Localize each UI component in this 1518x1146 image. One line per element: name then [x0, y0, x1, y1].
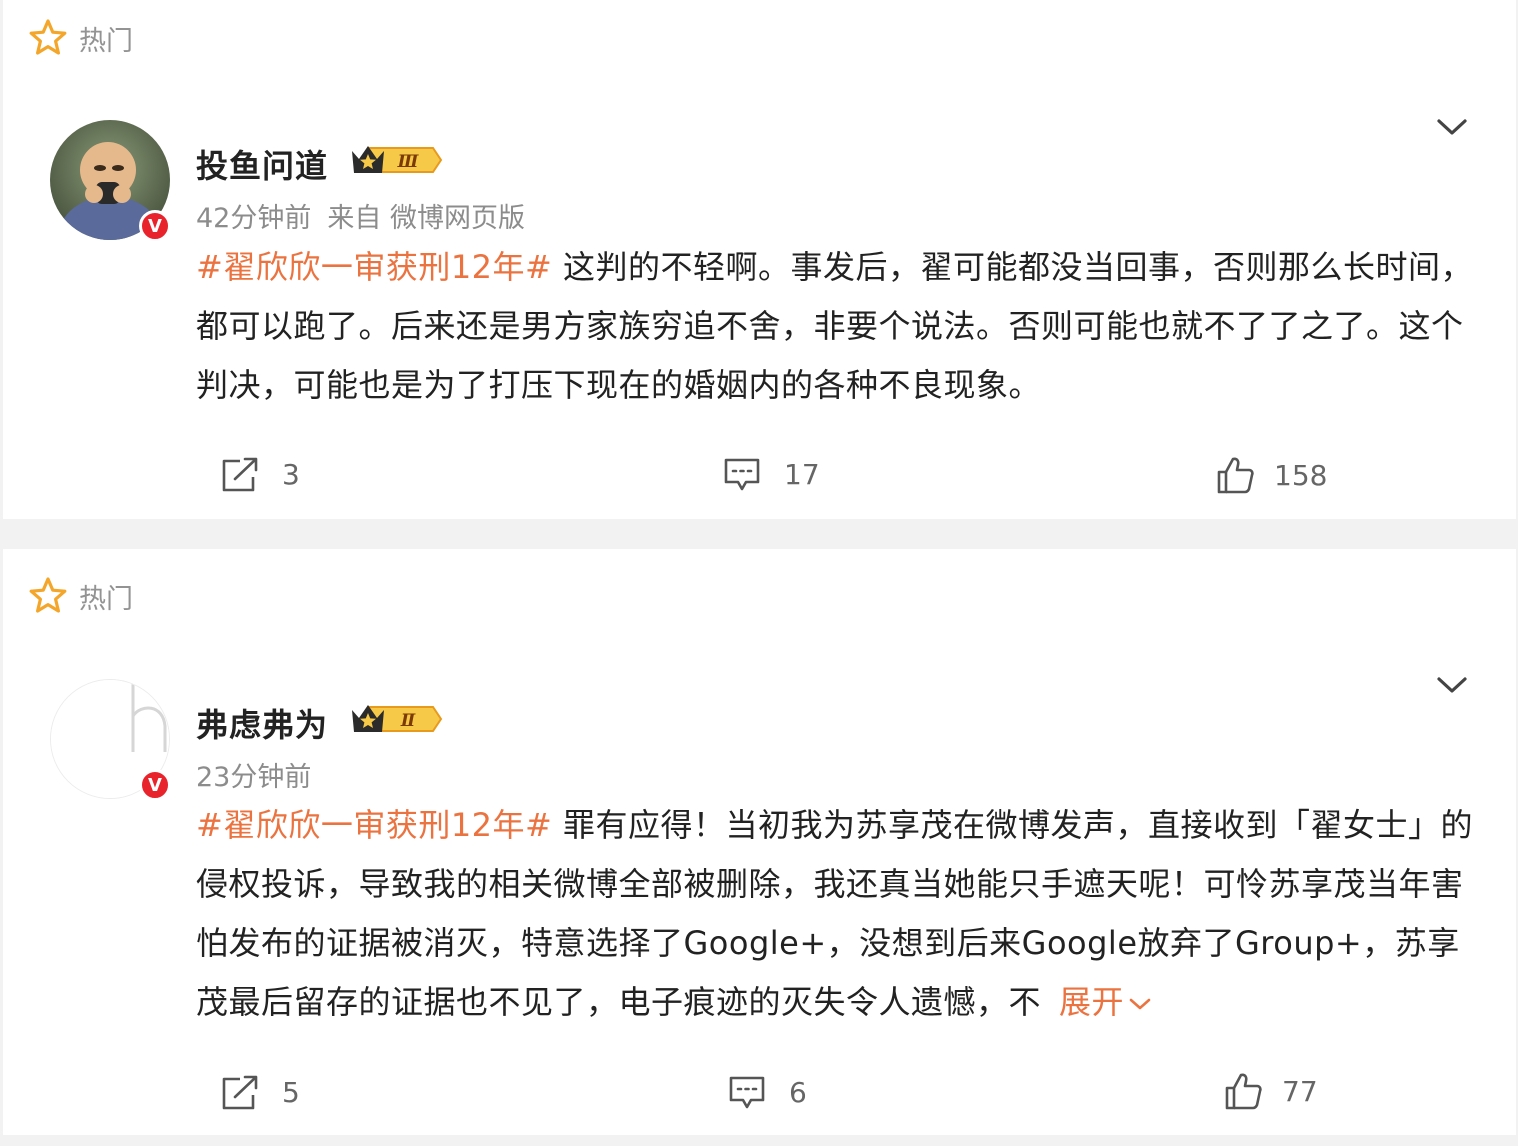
like-button[interactable]: 158 — [1216, 455, 1327, 495]
post-meta: 23分钟前 — [196, 755, 311, 794]
like-count: 77 — [1282, 1074, 1318, 1108]
post-text: #翟欣欣一审获刑12年# 这判的不轻啊。事发后，翟可能都没当回事，否则那么长时间… — [196, 238, 1486, 415]
post-card: 热门 V 弗虑弗为 Ⅱ 23分钟前 #翟欣欣一审获刑12年# 罪有应得！当初我为… — [3, 549, 1516, 1135]
rank-label: Ⅱ — [400, 711, 416, 731]
post-time: 42分钟前 — [196, 203, 312, 234]
like-count: 158 — [1274, 458, 1328, 492]
comment-icon — [729, 1076, 765, 1109]
like-button[interactable]: 77 — [1224, 1071, 1318, 1111]
topic-link[interactable]: #翟欣欣一审获刑12年# — [196, 248, 552, 286]
thumbs-up-icon — [1225, 1073, 1262, 1110]
rank-label: Ⅲ — [397, 152, 420, 172]
username[interactable]: 投鱼问道 — [196, 141, 328, 187]
crown-rank-badge-icon: Ⅲ — [352, 146, 443, 173]
post-text: #翟欣欣一审获刑12年# 罪有应得！当初我为苏享茂在微博发声，直接收到「翟女士」… — [196, 796, 1486, 1032]
topic-link[interactable]: #翟欣欣一审获刑12年# — [196, 806, 552, 844]
chevron-down-icon — [1129, 998, 1151, 1010]
comment-count: 6 — [789, 1075, 807, 1109]
star-outline-icon — [29, 19, 67, 55]
post-card: 热门 V 投鱼问道 Ⅲ 42分钟前 来自 微博网页版 #翟欣欣一审获刑12年# … — [3, 0, 1516, 519]
hot-tag: 热门 — [27, 576, 133, 616]
repost-button[interactable]: 3 — [220, 455, 300, 493]
crown-rank-badge-icon: Ⅱ — [352, 705, 443, 732]
expand-link[interactable]: 展开 — [1059, 983, 1152, 1021]
post-source: 来自 微博网页版 — [327, 203, 525, 234]
comment-count: 17 — [784, 457, 820, 491]
thumbs-up-icon — [1217, 457, 1254, 494]
chevron-down-icon[interactable] — [1436, 675, 1468, 695]
share-icon — [222, 457, 258, 492]
share-icon — [222, 1075, 258, 1110]
comment-button[interactable]: 17 — [722, 455, 820, 493]
repost-count: 5 — [282, 1075, 300, 1109]
repost-count: 3 — [282, 457, 300, 491]
verified-badge-icon: V — [139, 769, 171, 801]
chevron-down-icon[interactable] — [1436, 117, 1468, 137]
hot-tag: 热门 — [27, 18, 133, 58]
hot-label: 热门 — [79, 583, 133, 615]
comment-button[interactable]: 6 — [727, 1073, 807, 1111]
star-outline-icon — [29, 577, 67, 613]
post-meta: 42分钟前 来自 微博网页版 — [196, 196, 525, 235]
username[interactable]: 弗虑弗为 — [196, 700, 328, 746]
verified-badge-icon: V — [139, 210, 171, 242]
post-time: 23分钟前 — [196, 762, 312, 793]
repost-button[interactable]: 5 — [220, 1073, 300, 1111]
hot-label: 热门 — [79, 25, 133, 57]
expand-label: 展开 — [1059, 983, 1125, 1021]
comment-icon — [724, 458, 760, 491]
